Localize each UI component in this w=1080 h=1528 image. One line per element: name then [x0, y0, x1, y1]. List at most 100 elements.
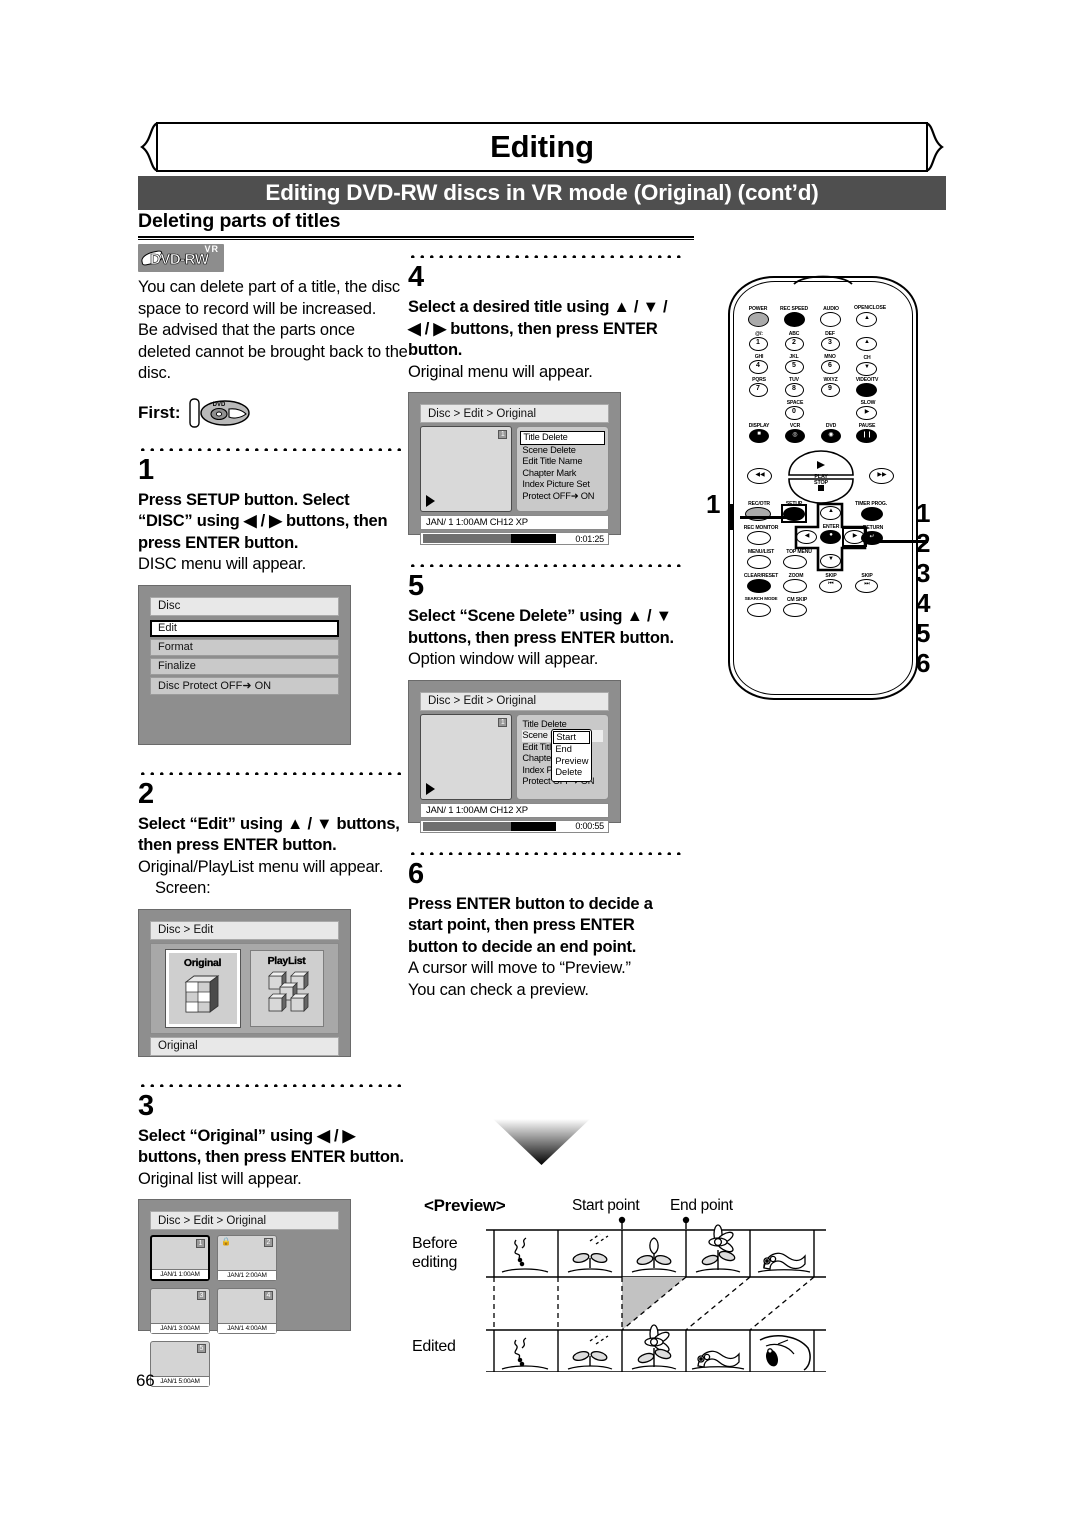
rec-monitor-button[interactable] — [747, 531, 771, 545]
frame-art-edited — [501, 1324, 811, 1371]
dvd-disc-icon: DVD — [188, 397, 250, 428]
thumbnail-caption: JAN/1 1:00AM — [152, 1269, 208, 1279]
left-column: VR DVD-RW You can delete part of a title… — [138, 244, 408, 1387]
screen4-progress-bar: 0:01:25 — [420, 532, 609, 545]
step-separator — [408, 848, 684, 855]
eject-icon: ▲ — [864, 315, 870, 321]
before-editing-label-line2: editing — [412, 1254, 458, 1271]
step-number-5: 5 — [408, 570, 425, 602]
thumbnail-item[interactable]: 4 JAN/1 4:00AM — [217, 1288, 277, 1334]
preview-diagram: <Preview> Start point End point Before e… — [408, 1112, 868, 1382]
skip-previous-icon: ⏮ — [828, 581, 834, 587]
pause-icon: ❙❙ — [861, 432, 873, 438]
screen2-title: Disc > Edit — [150, 920, 339, 940]
menu-item-index-picture-set[interactable]: Index Picture Set — [522, 479, 603, 491]
thumbnail-caption: JAN/1 5:00AM — [151, 1376, 209, 1386]
step-note-2: Original/PlayList menu will appear. — [138, 857, 384, 876]
menu-item-edit-title-name[interactable]: Edit Title Name — [522, 456, 603, 468]
cm-skip-button[interactable] — [783, 603, 807, 617]
play-icon — [426, 782, 435, 795]
screen-disc-menu: Disc Edit Format Finalize Disc Protect O… — [138, 584, 351, 745]
step-instruction-5: Select “Scene Delete” using ▲ / ▼ button… — [408, 607, 674, 647]
callout-right-4: 4 — [916, 588, 931, 618]
page-number: 66 — [136, 1371, 155, 1390]
rec-otr-button[interactable] — [745, 507, 771, 521]
callout-tick-1 — [728, 504, 733, 530]
menu-item-scene-delete[interactable]: Scene Delete — [522, 445, 603, 457]
screen4-preview-pane: 1 — [420, 426, 513, 512]
search-mode-button[interactable] — [747, 603, 771, 617]
popup-item-start[interactable]: Start — [553, 730, 591, 745]
intro-paragraph-1: You can delete part of a title, the disc… — [138, 278, 400, 318]
callout-line-1 — [740, 516, 802, 519]
step-note-4: Original menu will appear. — [408, 362, 593, 381]
screen1-row-edit[interactable]: Edit — [150, 619, 339, 637]
label-clear-reset: CLEAR/RESET — [743, 573, 779, 579]
zoom-button[interactable] — [783, 579, 807, 593]
slow-play-icon: ▶ — [864, 409, 870, 415]
remote-ir-emitter-icon — [793, 275, 853, 285]
key-2-number: 2 — [792, 339, 796, 346]
screen-original-playlist: Disc > Edit Original PlayList Original — [138, 908, 351, 1057]
screen1-row-disc-protect[interactable]: Disc Protect OFF➜ ON — [150, 676, 339, 695]
menu-item-protect[interactable]: Protect OFF➜ ON — [522, 491, 603, 503]
key-4-number: 4 — [756, 362, 760, 369]
label-ch: CH — [863, 355, 871, 361]
page-banner: Editing — [138, 122, 946, 174]
progress-elapsed — [423, 534, 511, 543]
screen1-row-finalize[interactable]: Finalize — [150, 657, 339, 675]
thumbnail-caption: JAN/1 2:00AM — [218, 1270, 276, 1280]
disc-icon: ◉ — [828, 432, 834, 438]
screen5-body: 1 Title Delete Scene Delete Edit Title N… — [420, 713, 609, 800]
skip-next-icon: ⏭ — [864, 581, 870, 587]
step-instruction-1: Press SETUP button. Select “DISC” using … — [138, 490, 388, 552]
step-instruction-3: Select “Original” using ◀ / ▶ buttons, t… — [138, 1126, 404, 1167]
step-separator — [138, 444, 402, 451]
section-header-bar: Editing DVD-RW discs in VR mode (Origina… — [138, 176, 946, 210]
screen5-info-bar: JAN/ 1 1:00AM CH12 XP — [420, 802, 609, 818]
callout-number-left: 1 — [706, 489, 721, 519]
rewind-icon: ◀◀ — [755, 472, 765, 478]
subsection-title: Deleting parts of titles — [138, 210, 341, 232]
screen4-body: 1 Title Delete Scene Delete Edit Title N… — [420, 426, 609, 512]
power-button[interactable] — [748, 312, 769, 327]
screen1-title: Disc — [150, 596, 339, 616]
thumbnail-item[interactable]: 5 JAN/1 5:00AM — [150, 1341, 210, 1387]
clear-reset-button[interactable] — [747, 579, 771, 593]
screen2-tile-playlist[interactable]: PlayList — [249, 949, 324, 1027]
rec-speed-button[interactable] — [784, 312, 805, 327]
screen2-tile-original[interactable]: Original — [164, 948, 241, 1028]
thumbnail-number: 4 — [264, 1291, 273, 1300]
progress-elapsed — [423, 821, 511, 831]
chevron-down-icon: ▼ — [864, 364, 870, 370]
video-tv-button[interactable] — [856, 383, 877, 397]
popup-item-end[interactable]: End — [555, 744, 588, 756]
screen4-menu: Title Delete Scene Delete Edit Title Nam… — [516, 426, 609, 512]
screen1-row-format[interactable]: Format — [150, 638, 339, 656]
thumbnail-item[interactable]: 🔒 2 JAN/1 2:00AM — [217, 1235, 277, 1281]
middle-column: 4 Select a desired title using ▲ / ▼ / ◀… — [408, 252, 684, 1001]
page-title: Editing — [490, 129, 594, 164]
key-3-number: 3 — [828, 339, 832, 346]
menu-item-title-delete[interactable]: Title Delete — [520, 431, 605, 445]
preview-filmstrips — [486, 1216, 826, 1372]
playlist-cubes-icon — [267, 970, 309, 1012]
frame-art-before — [501, 1224, 811, 1273]
progress-remaining — [511, 534, 556, 543]
popup-item-preview[interactable]: Preview — [555, 756, 588, 768]
thumbnail-number: 3 — [197, 1291, 206, 1300]
label-open-close: OPEN/CLOSE — [854, 305, 886, 311]
step-note-3: Original list will appear. — [138, 1169, 302, 1188]
thumbnail-item[interactable]: 3 JAN/1 3:00AM — [150, 1288, 210, 1334]
audio-button[interactable] — [820, 312, 841, 327]
menu-list-button[interactable] — [747, 555, 771, 569]
label-menu-list: MENU/LIST — [747, 549, 775, 555]
banner-box: Editing — [156, 122, 928, 172]
dpad-outline — [794, 502, 867, 572]
popup-item-delete[interactable]: Delete — [555, 767, 588, 779]
screen4-time: 0:01:25 — [575, 533, 604, 544]
step-number-6: 6 — [408, 857, 425, 890]
screen2-tile-original-label: Original — [183, 956, 222, 969]
menu-item-chapter-mark[interactable]: Chapter Mark — [522, 468, 603, 480]
thumbnail-item[interactable]: 1 JAN/1 1:00AM — [150, 1235, 210, 1281]
